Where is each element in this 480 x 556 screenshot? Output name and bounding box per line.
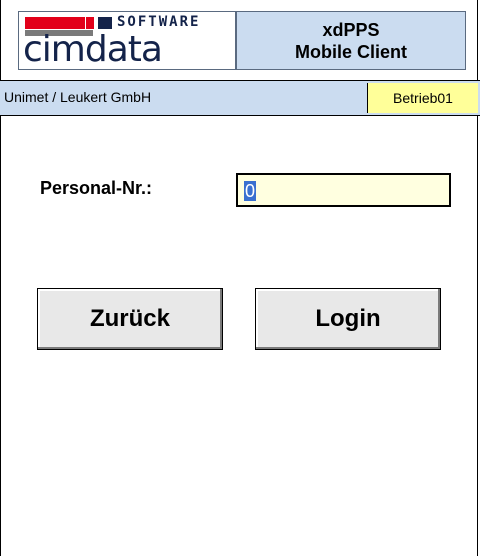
app-title-line1: xdPPS bbox=[322, 19, 380, 40]
app-header: SOFTWARE cimdata xdPPS Mobile Client bbox=[0, 0, 480, 81]
company-name: Unimet / Leukert GmbH bbox=[4, 89, 152, 105]
personal-number-label: Personal-Nr.: bbox=[40, 178, 153, 198]
plant-badge: Betrieb01 bbox=[367, 83, 478, 113]
personal-number-value: 0 bbox=[244, 181, 257, 201]
logo-wordmark: cimdata bbox=[23, 29, 163, 70]
login-button[interactable]: Login bbox=[255, 288, 441, 350]
personal-number-input[interactable] bbox=[236, 173, 451, 207]
logo-software-text: SOFTWARE bbox=[117, 14, 201, 30]
cimdata-logo: SOFTWARE cimdata bbox=[18, 11, 236, 70]
logo-navy-square bbox=[98, 17, 112, 29]
app-title: xdPPS Mobile Client bbox=[236, 11, 466, 70]
status-bar: Unimet / Leukert GmbH Betrieb01 bbox=[0, 81, 480, 116]
app-title-line2: Mobile Client bbox=[295, 41, 407, 62]
back-button[interactable]: Zurück bbox=[37, 288, 223, 350]
logo-red-square bbox=[86, 17, 94, 29]
logo-red-bar bbox=[25, 17, 85, 29]
